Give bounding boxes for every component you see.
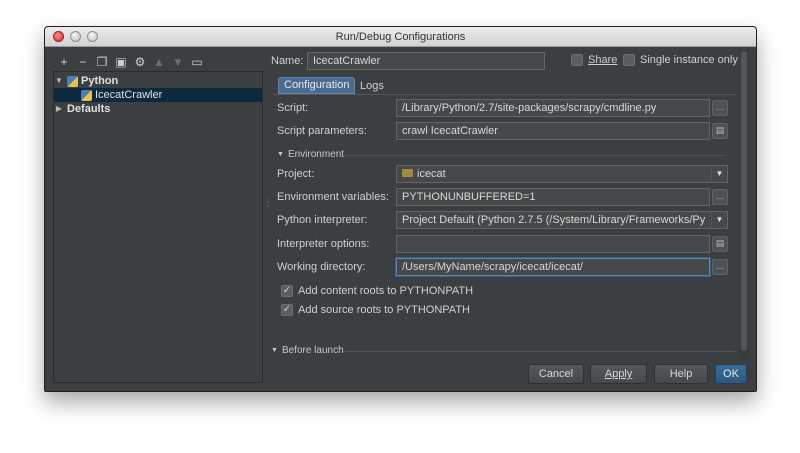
script-input[interactable]: /Library/Python/2.7/site-packages/scrapy… (396, 99, 710, 117)
single-instance-check-box[interactable] (623, 54, 635, 66)
source-roots-check-box[interactable]: ✓ (281, 304, 293, 316)
help-button[interactable]: Help (654, 364, 708, 384)
tab-configuration[interactable]: Configuration (278, 77, 356, 94)
move-up-icon[interactable]: ▲ (152, 55, 166, 69)
environment-divider (345, 155, 725, 156)
project-value: icecat (417, 168, 446, 180)
close-window-button[interactable] (53, 31, 64, 42)
script-params-input[interactable]: crawl IcecatCrawler (396, 122, 710, 140)
tree-item-label: Python (81, 75, 119, 87)
run-debug-dialog: Run/Debug Configurations + − ❐ ▣ ⚙ ▲ ▼ ▭… (44, 26, 757, 392)
expand-params-icon[interactable]: ▤ (712, 123, 728, 139)
cancel-button[interactable]: Cancel (528, 364, 584, 384)
copy-icon[interactable]: ❐ (95, 55, 109, 69)
project-folder-icon (402, 169, 413, 178)
project-dropdown-icon[interactable]: ▼ (711, 165, 727, 183)
single-instance-label: Single instance only (640, 54, 738, 66)
interpreter-options-label: Interpreter options: (277, 238, 370, 250)
configurations-panel: + − ❐ ▣ ⚙ ▲ ▼ ▭ ▼ Python IcecatCrawler ▶… (53, 53, 263, 383)
environment-section[interactable]: ▼ Environment (277, 149, 344, 160)
before-launch-divider (345, 351, 735, 352)
add-icon[interactable]: + (57, 55, 71, 69)
interpreter-options-input[interactable] (396, 235, 710, 253)
source-roots-checkbox[interactable]: ✓ Add source roots to PYTHONPATH (281, 304, 470, 316)
before-launch-label: Before launch (281, 345, 344, 356)
edit-defaults-icon[interactable]: ⚙ (133, 55, 147, 69)
form-scrollbar[interactable] (739, 49, 749, 375)
environment-section-label: Environment (287, 149, 345, 160)
zoom-window-button[interactable] (87, 31, 98, 42)
env-vars-label: Environment variables: (277, 191, 389, 203)
window-controls (53, 31, 98, 42)
tree-item-python[interactable]: ▼ Python (54, 74, 262, 88)
move-down-icon[interactable]: ▼ (171, 55, 185, 69)
tree-item-icecatcrawler[interactable]: IcecatCrawler (54, 88, 262, 102)
tab-divider (273, 94, 735, 95)
collapse-triangle-icon[interactable]: ▶ (54, 102, 64, 116)
python-icon (67, 75, 78, 87)
browse-working-dir-button[interactable]: … (712, 259, 728, 275)
scrollbar-thumb[interactable] (741, 51, 747, 351)
folder-icon[interactable]: ▭ (190, 55, 204, 69)
tree-item-label: Defaults (67, 103, 111, 115)
working-dir-input[interactable]: /Users/MyName/scrapy/icecat/icecat/ (396, 258, 710, 276)
ok-button[interactable]: OK (715, 364, 747, 384)
tree-item-label: IcecatCrawler (95, 89, 163, 101)
single-instance-checkbox[interactable]: Single instance only (623, 54, 738, 66)
content-roots-checkbox[interactable]: ✓ Add content roots to PYTHONPATH (281, 285, 473, 297)
remove-icon[interactable]: − (76, 55, 90, 69)
interpreter-label: Python interpreter: (277, 214, 368, 226)
before-launch-section[interactable]: ▼ Before launch (271, 345, 344, 356)
share-label: Share (588, 54, 618, 66)
configurations-tree: ▼ Python IcecatCrawler ▶ Defaults (53, 71, 263, 383)
edit-env-vars-button[interactable]: … (712, 189, 728, 205)
content-roots-check-box[interactable]: ✓ (281, 285, 293, 297)
apply-button-label: Apply (604, 368, 633, 380)
share-check-box[interactable] (571, 54, 583, 66)
source-roots-label: Add source roots to PYTHONPATH (298, 304, 470, 316)
window-title: Run/Debug Configurations (335, 31, 466, 43)
env-vars-input[interactable]: PYTHONUNBUFFERED=1 (396, 188, 710, 206)
configurations-toolbar: + − ❐ ▣ ⚙ ▲ ▼ ▭ (53, 53, 263, 71)
browse-script-button[interactable]: … (712, 100, 728, 116)
minimize-window-button[interactable] (70, 31, 81, 42)
save-icon[interactable]: ▣ (114, 55, 128, 69)
apply-button[interactable]: Apply (590, 364, 647, 384)
content-roots-label: Add content roots to PYTHONPATH (298, 285, 474, 297)
working-dir-label: Working directory: (277, 261, 366, 273)
name-input[interactable]: IcecatCrawler (307, 52, 545, 70)
interpreter-select[interactable]: Project Default (Python 2.7.5 (/System/L… (396, 211, 728, 229)
section-triangle-icon[interactable]: ▼ (277, 151, 284, 158)
splitter-handle-icon[interactable]: ⋮ (263, 197, 273, 208)
title-bar: Run/Debug Configurations (45, 27, 756, 47)
project-select[interactable]: icecat (396, 165, 728, 183)
name-label: Name: (271, 55, 304, 67)
before-launch-triangle-icon[interactable]: ▼ (271, 347, 278, 354)
script-params-label: Script parameters: (277, 125, 367, 137)
project-label: Project: (277, 168, 315, 180)
expand-options-icon[interactable]: ▤ (712, 236, 728, 252)
share-checkbox[interactable]: Share (571, 54, 617, 66)
script-label: Script: (277, 102, 309, 114)
expand-triangle-icon[interactable]: ▼ (54, 74, 64, 88)
interpreter-dropdown-icon[interactable]: ▼ (711, 211, 727, 229)
tree-item-defaults[interactable]: ▶ Defaults (54, 102, 262, 116)
python-run-icon (81, 89, 92, 101)
